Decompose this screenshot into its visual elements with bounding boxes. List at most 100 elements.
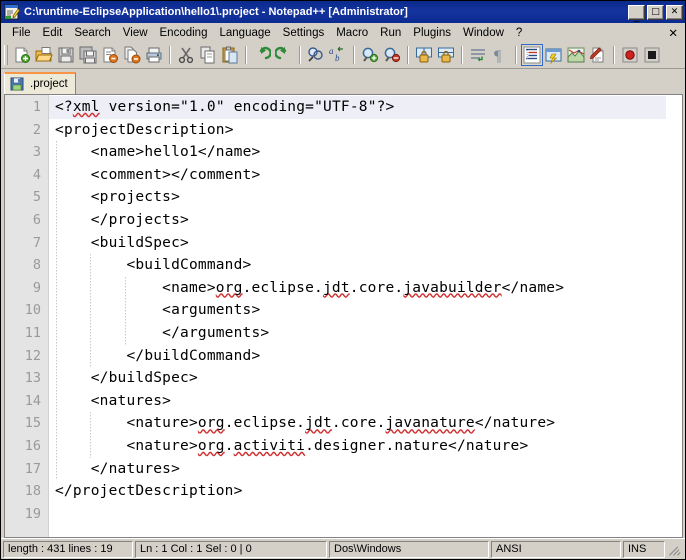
toolbar: a b ¶ xyxy=(1,42,685,69)
spellcheck-underline: activiti xyxy=(233,437,306,454)
code-line[interactable]: </natures> xyxy=(49,458,666,481)
minimize-button[interactable]: _ xyxy=(628,4,645,21)
code-line[interactable]: </arguments> xyxy=(49,322,666,345)
menu-window[interactable]: Window xyxy=(457,25,510,41)
line-number: 19 xyxy=(24,505,41,522)
sync-vertical-scroll-icon[interactable] xyxy=(413,44,435,66)
vertical-scrollbar[interactable] xyxy=(666,95,682,537)
status-encoding[interactable]: ANSI xyxy=(491,540,621,558)
code-line[interactable] xyxy=(49,503,666,526)
line-number: 11 xyxy=(24,324,41,341)
code-line[interactable]: </projects> xyxy=(49,209,666,232)
notepad-plus-plus-icon xyxy=(4,4,20,20)
cut-icon[interactable] xyxy=(175,44,197,66)
line-number: 1 xyxy=(32,99,41,115)
show-all-characters-icon[interactable]: ¶ xyxy=(489,44,511,66)
zoom-out-icon[interactable] xyxy=(381,44,403,66)
line-number: 4 xyxy=(32,166,41,183)
notepad-plus-plus-window: C:\runtime-EclipseApplication\hello1\.pr… xyxy=(0,0,686,560)
editor-frame: 1 2 3 4 5 6 7 8 9 10 11 12 13 14 15 16 17 18 19 <?xml vers… xyxy=(4,94,683,538)
spellcheck-underline: org xyxy=(215,279,243,296)
line-number: 3 xyxy=(32,144,41,161)
code-line[interactable]: <arguments> xyxy=(49,299,666,322)
menu-macro[interactable]: Macro xyxy=(330,25,374,41)
menu-run[interactable]: Run xyxy=(374,25,407,41)
code-line[interactable]: </buildSpec> xyxy=(49,367,666,390)
menu-edit[interactable]: Edit xyxy=(37,25,69,41)
copy-icon[interactable] xyxy=(197,44,219,66)
menu-view[interactable]: View xyxy=(117,25,154,41)
code-line[interactable]: <comment></comment> xyxy=(49,164,666,187)
menu-settings[interactable]: Settings xyxy=(277,25,331,41)
line-number: 9 xyxy=(32,279,41,296)
indent-guideline-icon[interactable] xyxy=(521,44,543,66)
menu-file[interactable]: File xyxy=(6,25,37,41)
close-all-files-icon[interactable] xyxy=(121,44,143,66)
sync-horizontal-scroll-icon[interactable] xyxy=(435,44,457,66)
window-title: C:\runtime-EclipseApplication\hello1\.pr… xyxy=(24,6,408,18)
close-button[interactable]: ✕ xyxy=(666,4,683,20)
code-line[interactable]: <buildSpec> xyxy=(49,232,666,255)
code-text-area[interactable]: <?xml version="1.0" encoding="UTF-8"?> <p… xyxy=(49,95,666,537)
status-insert-mode[interactable]: INS xyxy=(623,540,665,558)
line-number: 10 xyxy=(24,302,41,319)
saved-document-icon xyxy=(10,77,24,91)
paste-icon[interactable] xyxy=(219,44,241,66)
code-line[interactable]: <natures> xyxy=(49,390,666,413)
redo-icon[interactable] xyxy=(273,44,295,66)
document-map-icon[interactable] xyxy=(565,44,587,66)
start-record-macro-icon[interactable] xyxy=(619,44,641,66)
menu-language[interactable]: Language xyxy=(213,25,276,41)
spellcheck-underline: jdt xyxy=(305,415,332,432)
line-number: 14 xyxy=(24,392,41,409)
code-line[interactable]: </buildCommand> xyxy=(49,345,666,368)
code-line[interactable]: </projectDescription> xyxy=(49,480,666,503)
menu-encoding[interactable]: Encoding xyxy=(154,25,214,41)
code-line[interactable]: <?xml version="1.0" encoding="UTF-8"?> xyxy=(49,96,666,119)
title-bar: C:\runtime-EclipseApplication\hello1\.pr… xyxy=(1,1,685,23)
code-line[interactable]: <nature>org.activiti.designer.nature</na… xyxy=(49,435,666,458)
save-icon[interactable] xyxy=(55,44,77,66)
status-eol-format[interactable]: Dos\Windows xyxy=(329,540,489,558)
menu-plugins[interactable]: Plugins xyxy=(407,25,457,41)
toolbar-grip[interactable] xyxy=(4,45,8,65)
maximize-button[interactable]: □ xyxy=(647,4,664,20)
resize-grip[interactable] xyxy=(667,541,683,558)
print-icon[interactable] xyxy=(143,44,165,66)
zoom-in-icon[interactable] xyxy=(359,44,381,66)
status-caret-position: Ln : 1 Col : 1 Sel : 0 | 0 xyxy=(135,540,327,558)
code-line[interactable]: <name>hello1</name> xyxy=(49,141,666,164)
code-line[interactable]: <projectDescription> xyxy=(49,119,666,142)
line-number: 8 xyxy=(32,257,41,274)
replace-icon[interactable]: a b xyxy=(327,44,349,66)
svg-text:b: b xyxy=(335,53,340,63)
toolbar-separator xyxy=(461,46,463,64)
close-file-icon[interactable] xyxy=(99,44,121,66)
undo-icon[interactable] xyxy=(251,44,273,66)
user-defined-dialog-icon[interactable] xyxy=(543,44,565,66)
new-file-icon[interactable] xyxy=(11,44,33,66)
open-file-icon[interactable] xyxy=(33,44,55,66)
tab-project[interactable]: .project xyxy=(4,72,76,94)
line-number: 2 xyxy=(32,121,41,138)
spellcheck-underline: javanature xyxy=(385,415,475,432)
stop-record-macro-icon[interactable] xyxy=(641,44,663,66)
find-icon[interactable] xyxy=(305,44,327,66)
svg-text:¶: ¶ xyxy=(494,48,502,64)
save-all-icon[interactable] xyxy=(77,44,99,66)
code-line[interactable]: <name>org.eclipse.jdt.core.javabuilder</… xyxy=(49,277,666,300)
toolbar-separator xyxy=(613,46,615,64)
code-line[interactable]: <nature>org.eclipse.jdt.core.javanature<… xyxy=(49,412,666,435)
spellcheck-underline: org xyxy=(197,415,225,432)
toolbar-separator xyxy=(353,46,355,64)
toolbar-separator xyxy=(169,46,171,64)
menu-help[interactable]: ? xyxy=(510,25,528,41)
close-document-button[interactable]: ✕ xyxy=(668,26,678,40)
line-number: 5 xyxy=(32,189,41,206)
code-line[interactable]: <buildCommand> xyxy=(49,254,666,277)
word-wrap-icon[interactable] xyxy=(467,44,489,66)
menu-search[interactable]: Search xyxy=(68,25,116,41)
toolbar-separator xyxy=(515,46,517,64)
code-line[interactable]: <projects> xyxy=(49,186,666,209)
function-list-icon[interactable] xyxy=(587,44,609,66)
